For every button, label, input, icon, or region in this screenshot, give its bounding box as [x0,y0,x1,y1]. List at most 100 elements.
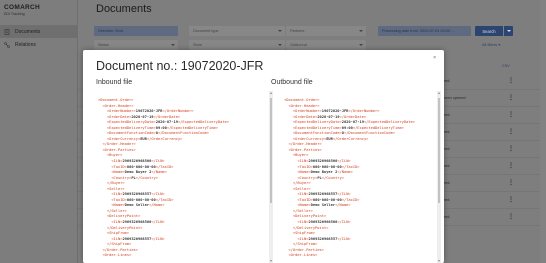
xml-tag: <ShipFrom> [292,231,316,236]
xml-open-tag: <DocumentFunctionCode> [106,131,156,136]
xml-tag: <Order-Lines> [288,253,318,258]
outbound-scrollbar[interactable] [437,91,441,263]
xml-tag: <Order-Parties> [288,147,322,152]
row-menu-icon[interactable]: ⋮ [508,145,514,152]
row-menu-icon[interactable]: ⋮ [508,111,514,118]
xml-line: <Order-Lines> [98,253,268,259]
sidebar-item-label: Relations [15,41,36,48]
sidebar-item-documents[interactable]: Documents [0,25,78,38]
xml-tag: <Order-Parties> [102,147,136,152]
xml-tag: <Document-Order> [284,98,320,102]
xml-close-tag: </ILN> [337,192,351,197]
close-icon[interactable]: × [433,55,436,61]
scroll-down-icon[interactable] [437,260,440,262]
direction-filter-label: Direction: Sent [98,29,123,33]
direction-filter[interactable]: Direction: Sent [94,26,178,36]
row-menu-icon[interactable]: ⋮ [508,94,514,101]
row-menu-icon[interactable]: ⋮ [508,77,514,84]
xml-value: Demo Seller [310,203,336,208]
row-menu-icon[interactable]: ⋮ [508,213,514,220]
xml-open-tag: <Name> [111,203,125,208]
store-label: Store [193,43,203,47]
xml-open-tag: <TaxID> [111,164,127,169]
scroll-up-icon[interactable] [269,92,272,94]
xml-tag: <DeliveryPoint> [292,214,327,219]
page-scrollbar[interactable] [540,0,546,263]
row-menu-icon[interactable]: ⋮ [508,179,514,186]
xml-tag: <DeliveryPoint> [106,214,141,219]
xml-tag: <ShipFrom> [106,231,130,236]
inbound-xml-viewer[interactable]: <Document-Order> <Order-Header> <OrderNu… [96,91,268,263]
xml-close-tag: </ILN> [151,220,165,225]
partners-select[interactable]: Partners [286,26,366,36]
processing-date-filter[interactable]: Processing date from: 2020-07-01 00:00 .… [378,26,471,36]
row-menu-icon[interactable]: ⋮ [508,162,514,169]
xml-open-tag: <TaxID> [297,197,313,202]
relations-icon [4,41,10,48]
xml-value: Demo Buyer 2 [124,170,152,175]
xml-tag: <Order-Header> [288,103,320,108]
xml-close-tag: </OrderCurrency> [332,136,369,141]
scroll-up-icon[interactable] [437,92,440,94]
xml-close-tag: </Country> [321,175,344,180]
xml-open-tag: <ILN> [111,192,123,197]
xml-open-tag: <ExpectedDeliveryDate> [106,120,156,125]
xml-value: 000-000-00-00 [312,197,342,202]
brand-name: COMARCH [4,4,41,11]
xml-close-tag: </TaxID> [155,197,174,202]
document-type-select[interactable]: Document type [189,26,285,36]
store-select[interactable]: Store [189,40,285,50]
row-menu-icon[interactable]: ⋮ [508,128,514,135]
xml-close-tag: </OrderNumber> [162,109,194,114]
inbound-xml-content: <Document-Order> <Order-Header> <OrderNu… [96,91,268,259]
xml-close-tag: </ILN> [151,159,165,164]
xml-close-tag: </ExpectedDeliveryDate> [363,120,415,125]
xml-close-tag: </Name> [337,170,353,175]
xml-open-tag: <OrderNumber> [292,109,322,114]
xml-close-tag: </DocumentFunctionCode> [157,131,210,136]
xml-value: 19072020-JFR [321,109,349,114]
xml-close-tag: </ExpectedDeliveryTime> [166,125,218,130]
xml-close-tag: </ExpectedDeliveryTime> [352,125,404,130]
scroll-down-icon[interactable] [269,260,272,262]
xml-value: 2969326968557 [308,236,338,241]
xml-value: 2969326968557 [122,192,152,197]
xml-tag: </Seller> [292,208,313,213]
scrollbar-thumb[interactable] [270,98,272,203]
document-type-label: Document type [193,29,219,33]
outbound-file-title: Outbound file [271,79,313,86]
csv-export-link[interactable]: CSV [502,64,510,68]
xml-value: 09:00 [341,125,353,130]
xml-open-tag: <OrderNumber> [106,109,136,114]
inbound-scrollbar[interactable] [269,91,273,263]
xml-open-tag: <OrderCurrency> [106,136,141,141]
xml-tag: </ShipFrom> [106,242,132,247]
xml-close-tag: </Name> [151,170,167,175]
xml-open-tag: <DocumentFunctionCode> [292,131,342,136]
xml-open-tag: <ILN> [111,236,123,241]
xml-open-tag: <OrderDate> [292,114,318,119]
xml-close-tag: </Country> [135,175,158,180]
search-button[interactable]: Search [475,26,503,36]
outbound-select[interactable]: Outbound [286,40,366,50]
xml-open-tag: <Name> [297,203,311,208]
status-select[interactable]: Status [94,40,178,50]
xml-value: 2020-07-19 [155,120,178,125]
outbound-xml-viewer[interactable]: <Document-Order> <Order-Header> <OrderNu… [282,91,432,263]
xml-value: 000-000-00-00 [126,197,156,202]
xml-tag: </Order-Parties> [288,247,324,252]
sidebar-item-relations[interactable]: Relations [0,38,78,51]
xml-close-tag: </ILN> [151,236,165,241]
xml-close-tag: </ILN> [337,220,351,225]
chevron-down-icon [278,43,282,46]
xml-tag: </Seller> [106,208,127,213]
xml-open-tag: <TaxID> [111,197,127,202]
scrollbar-thumb[interactable] [438,98,440,203]
row-menu-icon[interactable]: ⋮ [508,196,514,203]
xml-open-tag: <TaxID> [297,164,313,169]
document-preview-modal: Document no.: 19072020-JFR × Inbound fil… [83,50,444,263]
xml-value: 2969326968557 [308,192,338,197]
search-options-dropdown[interactable] [504,26,513,36]
all-filters-link[interactable]: All filters ▾ [482,42,500,47]
xml-value: 000-000-00-00 [126,164,156,169]
